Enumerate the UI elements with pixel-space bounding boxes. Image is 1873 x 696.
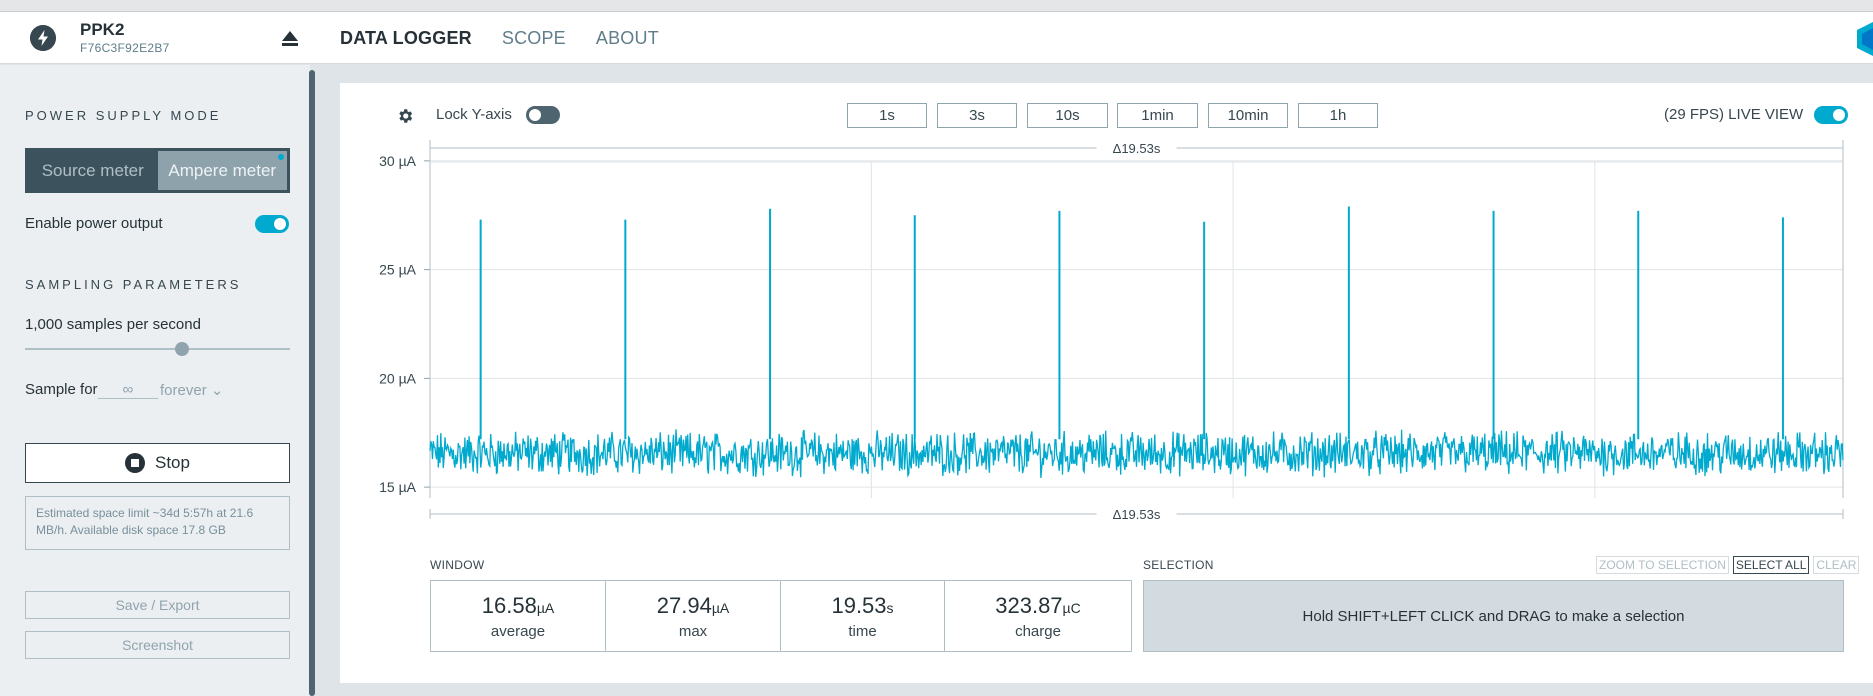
stat-unit: µA [711,599,730,616]
stat-label: max [678,622,708,640]
stat-unit: µC [1062,599,1081,616]
stat-value: 19.53 [831,592,887,618]
y-tick-label: 20 µA [379,370,417,386]
zoom-to-selection-button[interactable]: ZOOM TO SELECTION [1596,556,1729,574]
selection-title: SELECTION [1143,558,1214,572]
delta-span-top-label: Δ19.53s [1113,141,1161,156]
y-tick-label: 25 µA [379,262,417,278]
stat-time: 19.53s time [781,581,945,651]
selection-actions: ZOOM TO SELECTION SELECT ALL CLEAR [1596,556,1860,574]
stat-value: 16.58 [481,592,537,618]
y-tick-label: 15 µA [379,479,417,495]
delta-span-bottom-label: Δ19.53s [1113,507,1161,522]
window-stats-title: WINDOW [430,558,485,572]
y-tick-label: 30 µA [379,153,417,169]
stat-unit: µA [536,599,555,616]
stat-label: average [490,622,546,640]
stat-value: 323.87 [995,592,1063,618]
stat-label: time [848,622,877,640]
selection-hint: Hold SHIFT+LEFT CLICK and DRAG to make a… [1302,607,1685,625]
stat-charge: 323.87µC charge [945,581,1131,651]
stat-label: charge [1015,622,1061,640]
clear-selection-button[interactable]: CLEAR [1813,556,1860,574]
stat-value: 27.94 [656,592,712,618]
stat-average: 16.58µA average [431,581,606,651]
stat-unit: s [886,599,894,616]
select-all-button[interactable]: SELECT ALL [1732,556,1810,574]
selection-area[interactable]: Hold SHIFT+LEFT CLICK and DRAG to make a… [1143,580,1844,652]
stat-max: 27.94µA max [606,581,781,651]
window-stats: 16.58µA average 27.94µA max 19.53s time … [430,580,1132,652]
series-baseline-line [429,429,1844,479]
